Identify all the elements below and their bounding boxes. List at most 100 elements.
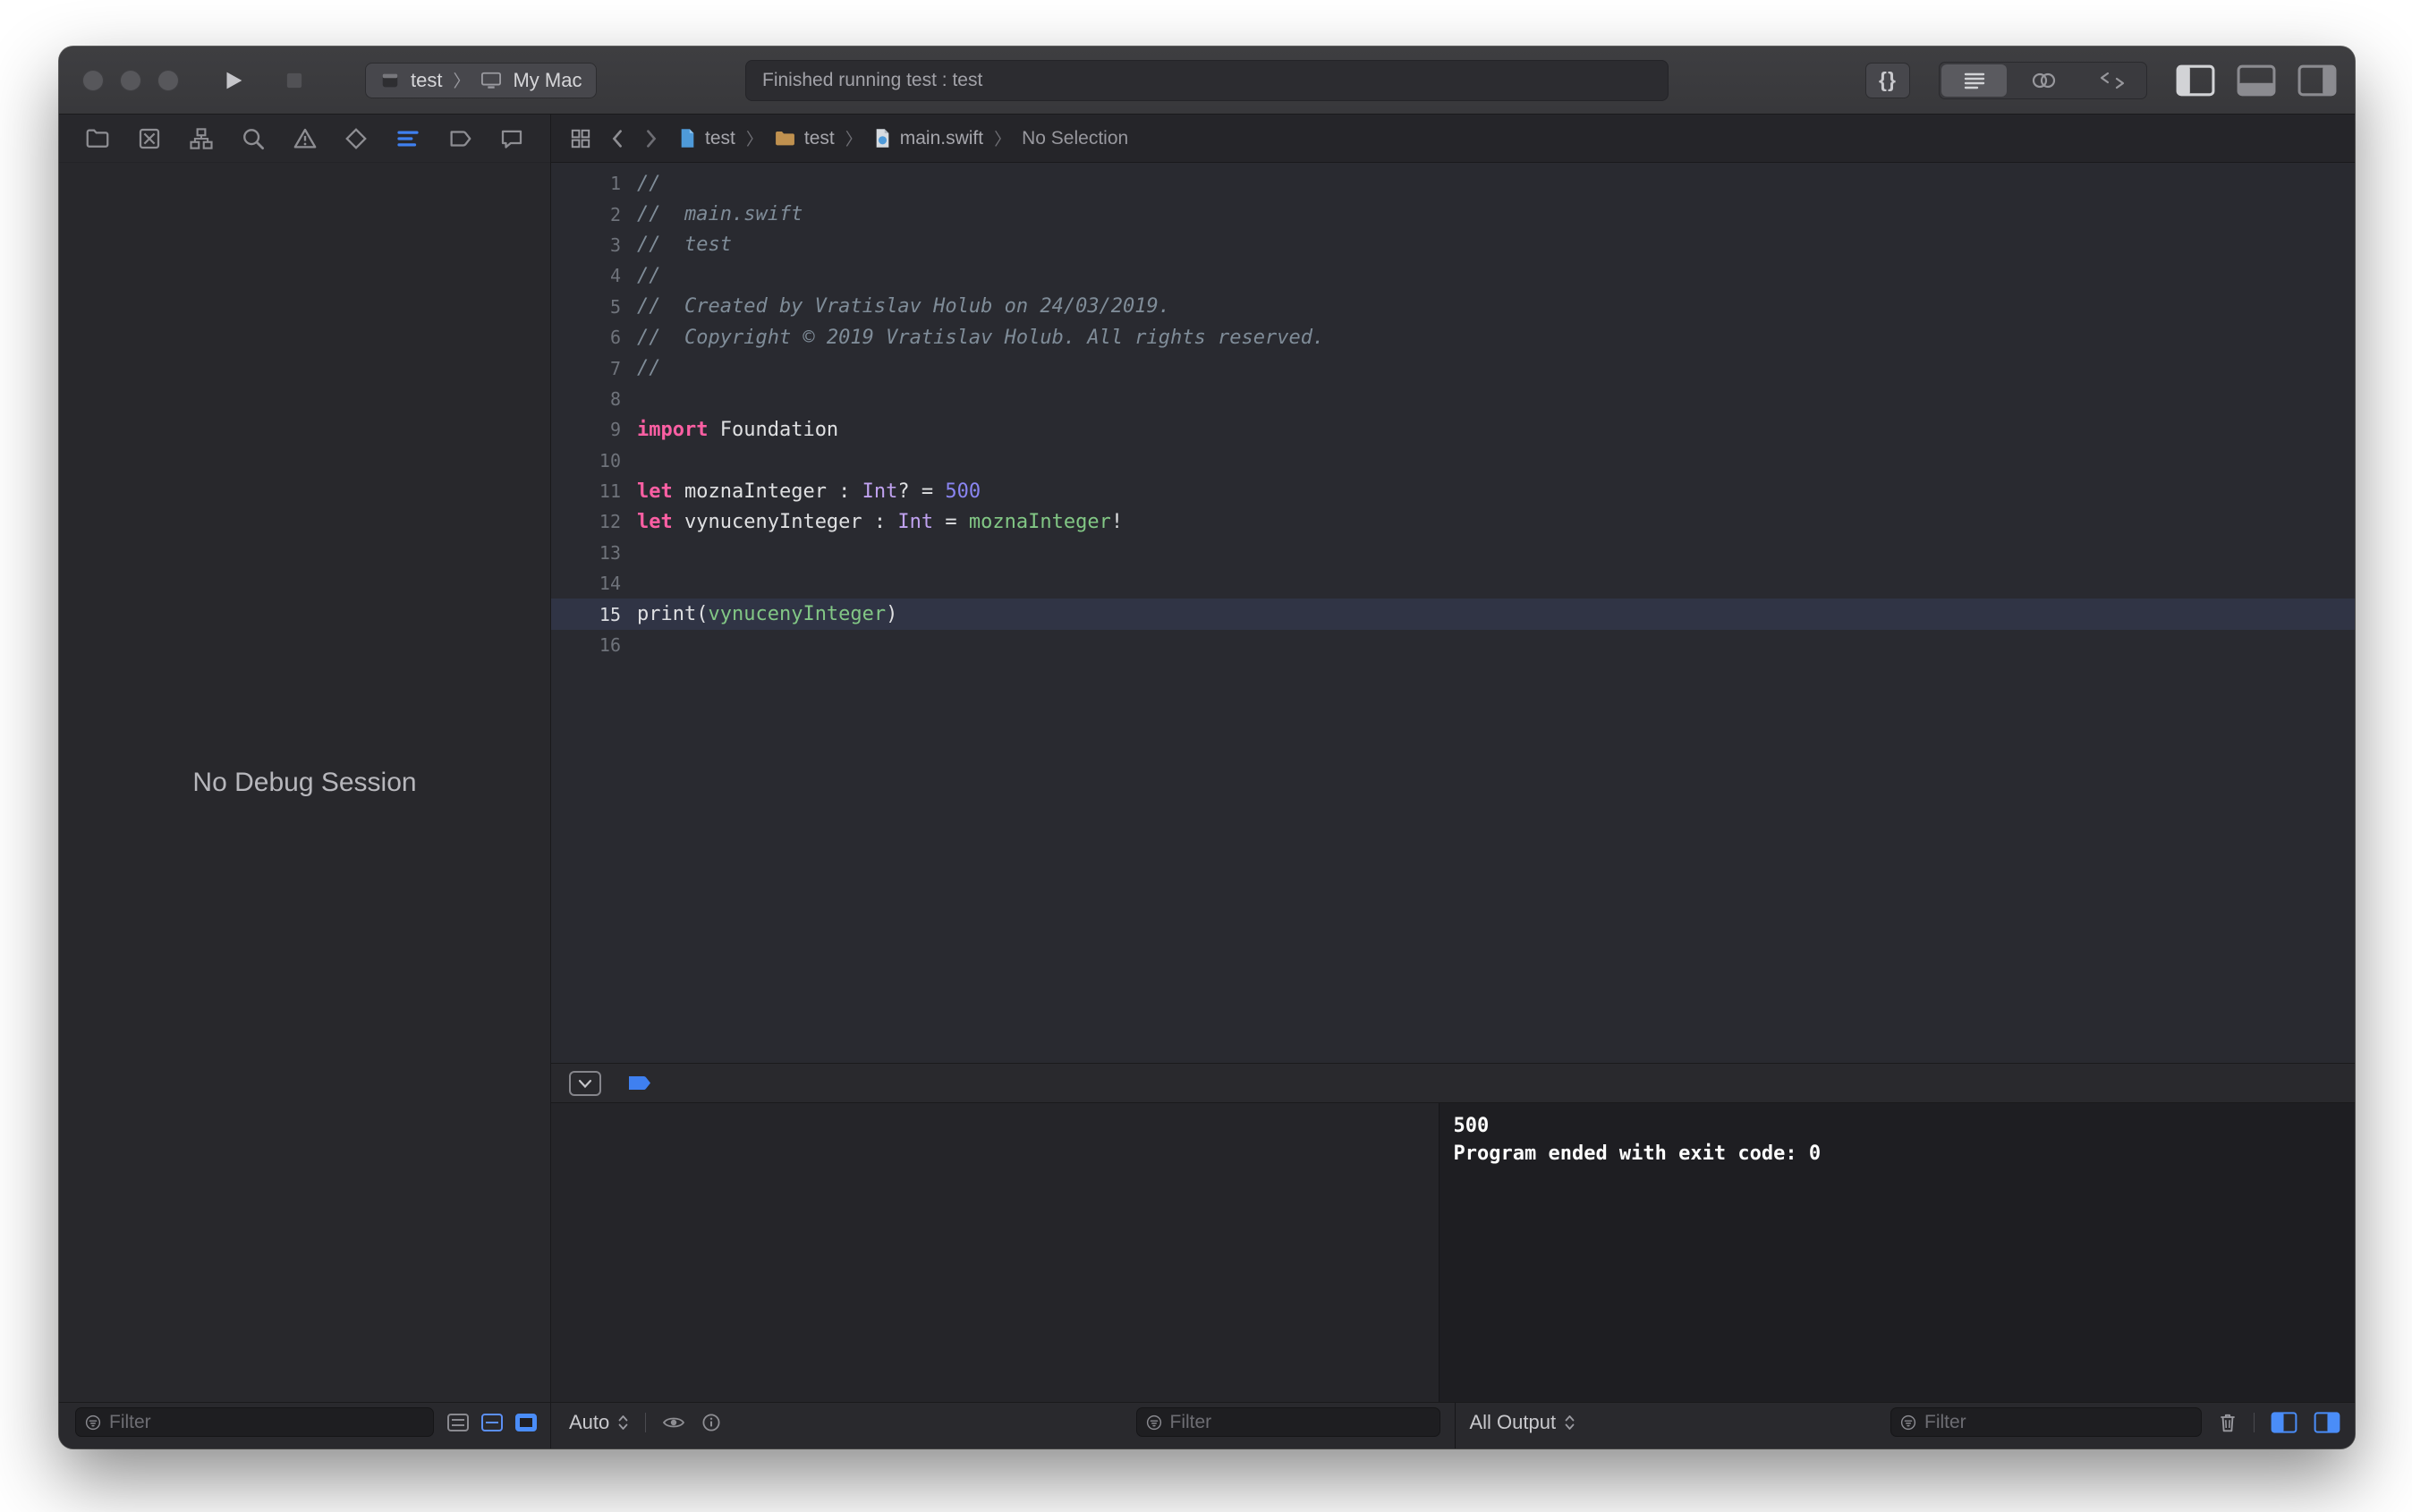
line-number[interactable]: 13 xyxy=(551,542,621,564)
code-line[interactable]: 5// Created by Vratislav Holub on 24/03/… xyxy=(551,292,2355,322)
find-navigator-tab[interactable] xyxy=(240,125,267,152)
code-line[interactable]: 8 xyxy=(551,384,2355,414)
code-line[interactable]: 4// xyxy=(551,260,2355,291)
status-text: Finished running test : test xyxy=(762,70,982,91)
code-line[interactable]: 14 xyxy=(551,568,2355,599)
code-line[interactable]: 11 let moznaInteger : Int? = 500 xyxy=(551,476,2355,506)
report-navigator-tab[interactable] xyxy=(498,125,525,152)
back-button[interactable] xyxy=(608,128,626,149)
workspace-panel-toggles xyxy=(2176,64,2337,97)
line-number[interactable]: 16 xyxy=(551,634,621,656)
print-description-button[interactable] xyxy=(701,1413,721,1432)
line-number[interactable]: 8 xyxy=(551,388,621,410)
nav-bottombar-icon-c[interactable] xyxy=(514,1413,538,1432)
code-line[interactable]: 6// Copyright © 2019 Vratislav Holub. Al… xyxy=(551,322,2355,353)
code-content: let moznaInteger : Int? = 500 xyxy=(637,480,981,503)
line-number[interactable]: 9 xyxy=(551,419,621,440)
show-variables-view-toggle[interactable] xyxy=(2271,1412,2297,1433)
line-number[interactable]: 2 xyxy=(551,204,621,225)
breakpoints-toggle-button[interactable] xyxy=(626,1074,653,1092)
code-lines: 1// 2 // main.swift 3// test4//5// Created … xyxy=(551,168,2355,660)
source-control-icon xyxy=(136,125,163,152)
standard-editor-icon xyxy=(1961,69,1988,92)
code-line[interactable]: 16 xyxy=(551,630,2355,660)
filter-icon xyxy=(1146,1414,1162,1431)
stop-button[interactable] xyxy=(283,69,306,92)
variables-view[interactable] xyxy=(551,1103,1440,1402)
line-number[interactable]: 3 xyxy=(551,234,621,256)
navigator-filter-field[interactable]: Filter xyxy=(75,1407,434,1437)
breadcrumb-project[interactable]: test xyxy=(678,127,735,149)
filter-placeholder: Filter xyxy=(109,1412,151,1433)
chevron-right-icon xyxy=(642,128,660,149)
show-console-view-toggle[interactable] xyxy=(2314,1412,2340,1433)
test-navigator-tab[interactable] xyxy=(343,125,369,152)
debug-area-panel-toggle[interactable] xyxy=(2237,64,2276,97)
line-number[interactable]: 12 xyxy=(551,511,621,532)
line-number[interactable]: 4 xyxy=(551,265,621,286)
search-icon xyxy=(240,125,267,152)
symbol-navigator-tab[interactable] xyxy=(188,125,215,152)
code-line[interactable]: 1// xyxy=(551,168,2355,199)
stop-icon xyxy=(283,69,306,92)
console[interactable]: 500Program ended with exit code: 0 xyxy=(1440,1103,2356,1402)
debug-area-disclosure-button[interactable] xyxy=(569,1071,601,1096)
variables-scope-popup[interactable]: Auto xyxy=(569,1411,629,1434)
line-number[interactable]: 11 xyxy=(551,480,621,502)
process-view-icon xyxy=(514,1413,538,1432)
code-line[interactable]: 15print(vynucenyInteger) xyxy=(551,599,2355,629)
line-number[interactable]: 5 xyxy=(551,296,621,318)
breadcrumb-file[interactable]: main.swift xyxy=(873,127,983,149)
issue-navigator-tab[interactable] xyxy=(292,125,318,152)
standard-editor-button[interactable] xyxy=(1941,64,2007,97)
thread-view-icon xyxy=(480,1413,504,1432)
source-control-navigator-tab[interactable] xyxy=(136,125,163,152)
navigator-panel-toggle[interactable] xyxy=(2176,64,2215,97)
project-navigator-tab[interactable] xyxy=(84,125,111,152)
breadcrumb-selection[interactable]: No Selection xyxy=(1022,128,1128,149)
scheme-selector[interactable]: test 〉 My Mac xyxy=(365,63,597,98)
minimize-window-button[interactable] xyxy=(120,70,141,91)
zoom-window-button[interactable] xyxy=(157,70,179,91)
close-window-button[interactable] xyxy=(82,70,104,91)
console-filter-field[interactable]: Filter xyxy=(1890,1407,2202,1437)
nav-bottombar-icon-b[interactable] xyxy=(480,1413,504,1432)
version-editor-button[interactable] xyxy=(2077,63,2146,98)
related-items-button[interactable] xyxy=(569,127,592,150)
filter-placeholder: Filter xyxy=(1170,1412,1212,1433)
console-output-line: Program ended with exit code: 0 xyxy=(1454,1140,2341,1168)
code-content: // main.swift xyxy=(637,203,803,225)
assistant-editor-button[interactable] xyxy=(2009,63,2077,98)
code-braces-button[interactable]: {} xyxy=(1865,63,1910,98)
line-number[interactable]: 7 xyxy=(551,358,621,379)
line-number[interactable]: 15 xyxy=(551,604,621,625)
code-line[interactable]: 9import Foundation xyxy=(551,414,2355,445)
breakpoint-navigator-tab[interactable] xyxy=(446,125,473,152)
quick-look-button[interactable] xyxy=(662,1414,685,1431)
run-button[interactable] xyxy=(220,67,247,94)
line-number[interactable]: 1 xyxy=(551,173,621,194)
forward-button[interactable] xyxy=(642,128,660,149)
code-line[interactable]: 12let vynucenyInteger : Int = moznaInteg… xyxy=(551,506,2355,537)
inspector-panel-toggle[interactable] xyxy=(2297,64,2337,97)
nav-bottombar-icon-a[interactable] xyxy=(446,1413,470,1432)
line-number[interactable]: 14 xyxy=(551,573,621,594)
scheme-destination-label: My Mac xyxy=(513,69,582,92)
line-number[interactable]: 10 xyxy=(551,450,621,471)
group-folder-icon xyxy=(774,129,796,148)
source-editor[interactable]: 1// 2 // main.swift 3// test4//5// Created … xyxy=(551,163,2355,1063)
breadcrumb-group[interactable]: test xyxy=(774,128,835,149)
code-line[interactable]: 10 xyxy=(551,446,2355,476)
debug-navigator-tab[interactable] xyxy=(395,125,421,152)
assistant-editor-icon xyxy=(2029,69,2058,92)
code-line[interactable]: 3// test xyxy=(551,230,2355,260)
console-output-popup[interactable]: All Output xyxy=(1470,1411,1576,1434)
clear-console-button[interactable] xyxy=(2218,1412,2238,1433)
traffic-lights xyxy=(82,47,179,114)
code-line[interactable]: 2 // main.swift xyxy=(551,199,2355,229)
scheme-icon xyxy=(380,71,400,90)
code-line[interactable]: 7// xyxy=(551,353,2355,383)
line-number[interactable]: 6 xyxy=(551,327,621,348)
variables-filter-field[interactable]: Filter xyxy=(1136,1407,1440,1437)
code-line[interactable]: 13 xyxy=(551,538,2355,568)
